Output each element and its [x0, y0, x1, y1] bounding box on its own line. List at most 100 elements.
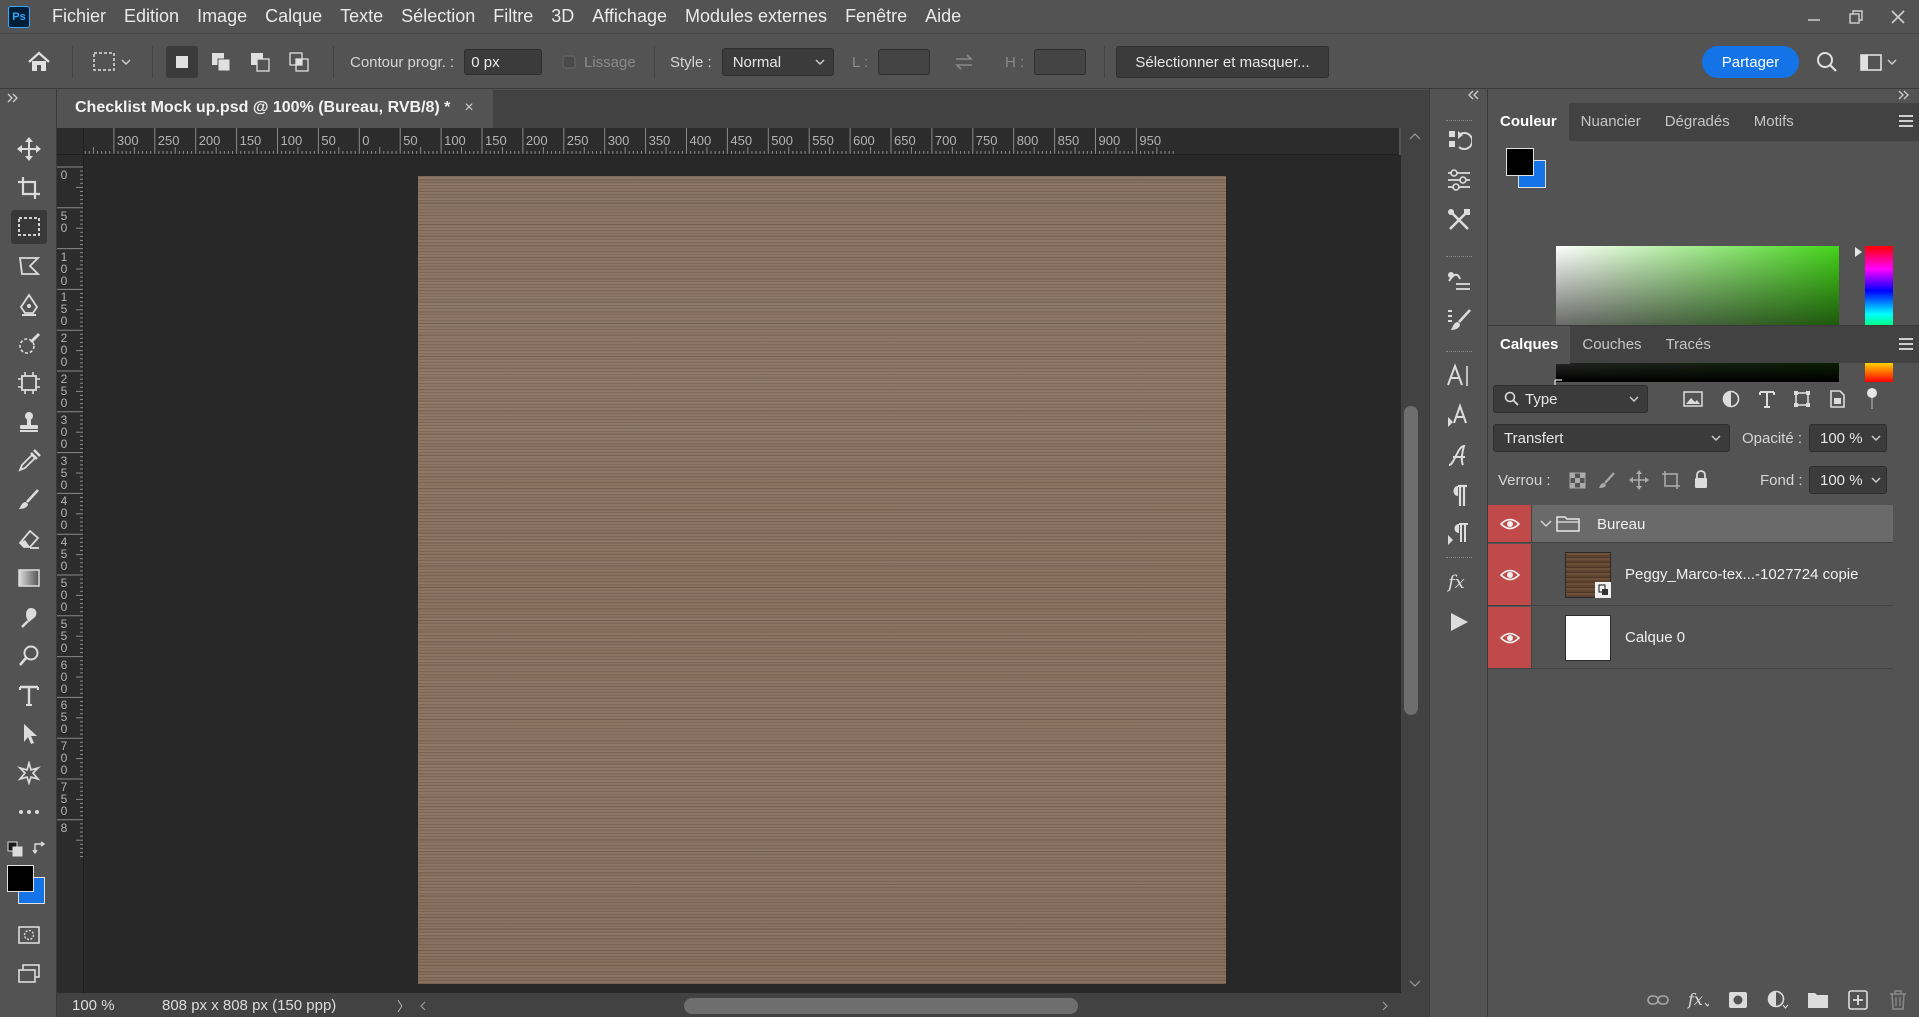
select-and-mask-button[interactable]: Sélectionner et masquer... — [1116, 46, 1329, 78]
intersect-selection-button[interactable] — [283, 46, 315, 78]
smudge-tool[interactable] — [11, 600, 47, 634]
paragraph-panel-button[interactable] — [1442, 479, 1476, 513]
menu-3d[interactable]: 3D — [542, 0, 583, 33]
foreground-color-swatch[interactable] — [7, 865, 34, 892]
filter-type-icon[interactable] — [1757, 389, 1777, 409]
width-input[interactable] — [878, 49, 931, 75]
opacity-field[interactable]: 100 % — [1809, 424, 1887, 452]
antialias-checkbox[interactable] — [562, 55, 576, 69]
gradient-tool[interactable] — [11, 561, 47, 595]
collapse-panel-icon[interactable] — [6, 93, 20, 103]
add-mask-button[interactable] — [1727, 989, 1749, 1011]
fill-field[interactable]: 100 % — [1809, 466, 1887, 494]
filter-toggle-icon[interactable] — [1866, 387, 1878, 411]
delete-layer-button[interactable] — [1887, 989, 1909, 1011]
minimize-button[interactable] — [1793, 0, 1835, 33]
close-document-icon[interactable]: × — [464, 99, 473, 117]
frame-tool[interactable] — [11, 366, 47, 400]
tab-motifs[interactable]: Motifs — [1742, 103, 1806, 141]
scroll-right-icon[interactable] — [1381, 1001, 1389, 1011]
object-selection-tool[interactable] — [11, 327, 47, 361]
layer-visibility-toggle[interactable] — [1488, 505, 1532, 542]
search-button[interactable] — [1816, 34, 1838, 90]
subtract-selection-button[interactable] — [244, 46, 276, 78]
history-panel-button[interactable] — [1442, 123, 1476, 157]
height-input[interactable] — [1034, 49, 1087, 75]
swap-dimensions-button[interactable] — [953, 34, 975, 90]
layer-filter-dropdown[interactable]: Type — [1493, 385, 1648, 413]
actions-panel-button[interactable] — [1442, 605, 1476, 639]
layer-style-button[interactable]: fx — [1687, 989, 1709, 1011]
styles-panel-button[interactable]: fx — [1442, 565, 1476, 599]
vertical-scroll-thumb[interactable] — [1404, 406, 1418, 715]
menu-fenetre[interactable]: Fenêtre — [836, 0, 916, 33]
status-menu-arrow[interactable]: 〉 — [397, 996, 410, 1015]
menu-fichier[interactable]: Fichier — [43, 0, 115, 33]
menu-edition[interactable]: Edition — [115, 0, 188, 33]
layer-visibility-toggle[interactable] — [1488, 544, 1532, 605]
canvas-area[interactable] — [84, 155, 1401, 993]
eraser-tool[interactable] — [11, 522, 47, 556]
zoom-level[interactable]: 100 % — [57, 993, 132, 1017]
layer-row-bureau[interactable]: Bureau — [1488, 505, 1893, 543]
workspace-button[interactable] — [1860, 34, 1898, 90]
paragraph-styles-panel-button[interactable] — [1442, 517, 1476, 551]
filter-shape-icon[interactable] — [1792, 389, 1812, 409]
tab-calques[interactable]: Calques — [1488, 326, 1571, 364]
close-window-button[interactable] — [1877, 0, 1919, 33]
marquee-tool[interactable] — [11, 210, 47, 244]
type-tool[interactable] — [11, 678, 47, 712]
more-tools-button[interactable] — [11, 795, 47, 829]
screen-mode-button[interactable] — [11, 957, 47, 991]
home-button[interactable] — [26, 34, 52, 90]
ruler-origin[interactable] — [57, 128, 84, 155]
menu-selection[interactable]: Sélection — [392, 0, 484, 33]
layer-row-wood-texture[interactable]: Peggy_Marco-tex...-1027724 copie — [1488, 544, 1893, 606]
filter-smart-object-icon[interactable] — [1827, 389, 1847, 409]
menu-modules-externes[interactable]: Modules externes — [676, 0, 836, 33]
dodge-tool[interactable] — [11, 639, 47, 673]
lock-all-icon[interactable] — [1693, 469, 1709, 489]
character-panel-button[interactable] — [1442, 359, 1476, 393]
panel-foreground-swatch[interactable] — [1506, 148, 1534, 176]
lasso-tool[interactable] — [11, 249, 47, 283]
share-button[interactable]: Partager — [1702, 46, 1799, 78]
feather-input[interactable] — [464, 49, 543, 75]
new-layer-button[interactable] — [1847, 989, 1869, 1011]
path-selection-tool[interactable] — [11, 717, 47, 751]
horizontal-scroll-thumb[interactable] — [684, 998, 1078, 1014]
menu-affichage[interactable]: Affichage — [583, 0, 676, 33]
scroll-left-icon[interactable] — [419, 1001, 427, 1011]
default-colors-icon[interactable] — [7, 841, 23, 857]
layers-panel-menu-icon[interactable] — [1899, 338, 1913, 353]
tool-presets-panel-button[interactable] — [1442, 203, 1476, 237]
move-tool[interactable] — [11, 132, 47, 166]
tool-preset-picker[interactable] — [92, 34, 132, 90]
restore-button[interactable] — [1835, 0, 1877, 33]
layer-visibility-toggle[interactable] — [1488, 607, 1532, 668]
new-selection-button[interactable] — [166, 46, 198, 78]
lock-image-pixels-icon[interactable] — [1598, 471, 1616, 489]
eyedropper-tool[interactable] — [11, 444, 47, 478]
tab-couleur[interactable]: Couleur — [1488, 103, 1569, 141]
pen-tool[interactable] — [11, 288, 47, 322]
filter-pixel-icon[interactable] — [1683, 390, 1703, 408]
adjustments-panel-button[interactable] — [1442, 163, 1476, 197]
brush-settings-panel-button[interactable] — [1442, 264, 1476, 298]
lock-transparent-pixels-icon[interactable] — [1569, 472, 1586, 489]
brush-tool[interactable] — [11, 483, 47, 517]
scroll-up-icon[interactable] — [1409, 132, 1421, 140]
swap-colors-icon[interactable] — [32, 840, 48, 856]
menu-image[interactable]: Image — [188, 0, 256, 33]
tab-nuancier[interactable]: Nuancier — [1569, 103, 1653, 141]
blend-mode-dropdown[interactable]: Transfert — [1493, 424, 1730, 452]
menu-filtre[interactable]: Filtre — [484, 0, 542, 33]
layer-row-calque-0[interactable]: Calque 0 — [1488, 607, 1893, 669]
new-group-button[interactable] — [1807, 989, 1829, 1011]
menu-texte[interactable]: Texte — [331, 0, 392, 33]
lock-artboard-icon[interactable] — [1661, 470, 1681, 490]
shape-tool[interactable] — [11, 756, 47, 790]
filter-adjustment-icon[interactable] — [1721, 389, 1741, 409]
chevron-down-icon[interactable] — [1540, 520, 1552, 528]
collapse-strip-icon[interactable] — [1467, 90, 1481, 100]
